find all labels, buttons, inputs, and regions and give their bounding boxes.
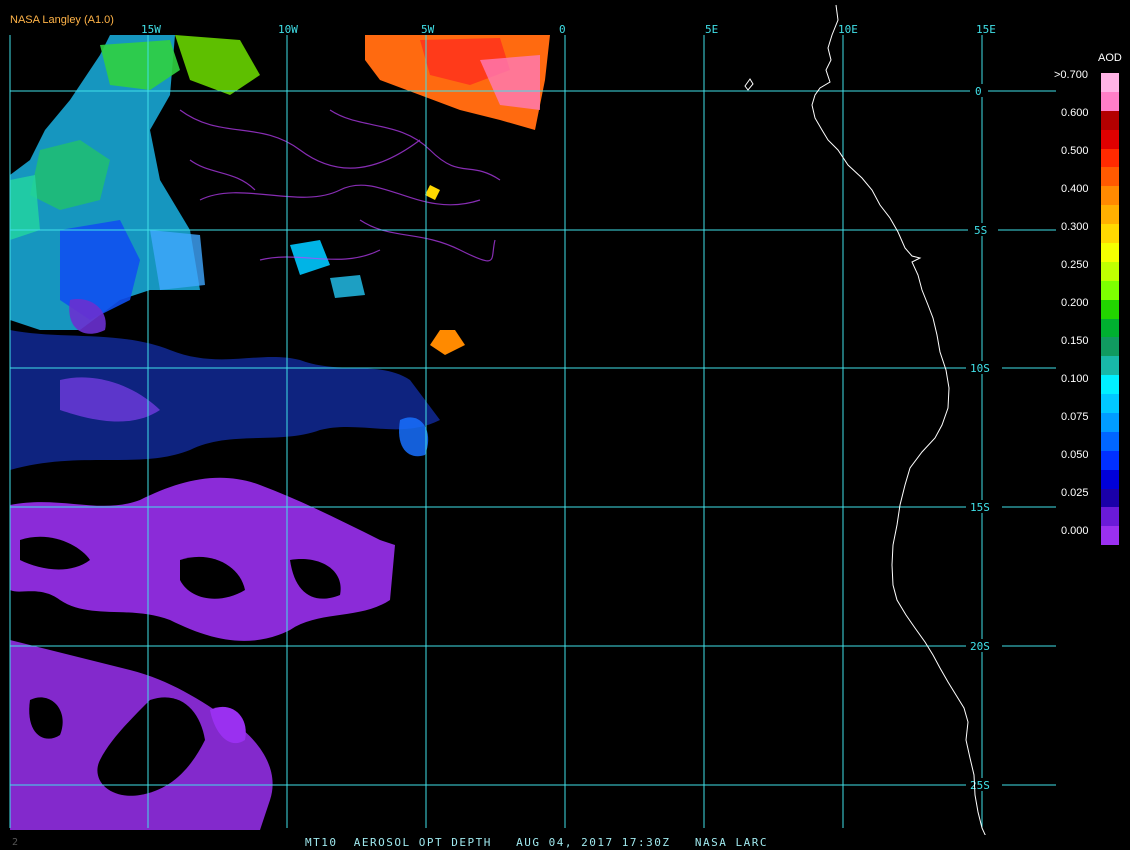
lon-label: 10W (278, 23, 298, 36)
legend-label: 0.100 (1061, 373, 1089, 385)
legend-swatch (1101, 73, 1119, 92)
lon-label: 0 (559, 23, 566, 36)
legend-swatch (1101, 488, 1119, 508)
legend-swatch (1101, 224, 1119, 244)
lon-label: 15W (141, 23, 161, 36)
legend-label: 0.075 (1061, 411, 1089, 423)
lat-label: 5S (974, 224, 987, 237)
legend-label: 0.600 (1061, 107, 1089, 119)
legend-swatch (1101, 110, 1119, 130)
legend-swatch (1101, 299, 1119, 319)
legend-swatch (1101, 337, 1119, 357)
footer-caption: MT10 AEROSOL OPT DEPTH AUG 04, 2017 17:3… (305, 836, 768, 849)
legend-swatch (1101, 450, 1119, 470)
legend-swatch (1101, 394, 1119, 414)
legend-label: 0.400 (1061, 183, 1089, 195)
legend-swatch (1101, 91, 1119, 111)
legend-swatch (1101, 167, 1119, 187)
legend-label: 0.000 (1061, 525, 1089, 537)
legend-swatch (1101, 375, 1119, 395)
legend-swatch (1101, 129, 1119, 149)
legend-swatch (1101, 413, 1119, 432)
legend-label: 0.025 (1061, 487, 1089, 499)
lat-label: 0 (975, 85, 982, 98)
legend-swatch (1101, 469, 1119, 489)
lat-label: 15S (970, 501, 990, 514)
legend-swatch (1101, 507, 1119, 527)
legend-label: >0.700 (1054, 69, 1088, 81)
legend-swatch (1101, 261, 1119, 281)
corner-mark: 2 (12, 837, 19, 848)
lat-label: 10S (970, 362, 990, 375)
legend-swatch (1101, 186, 1119, 206)
lon-label: 5W (421, 23, 435, 36)
legend-swatch (1101, 280, 1119, 300)
legend-swatch (1101, 243, 1119, 262)
legend-label: 0.050 (1061, 449, 1089, 461)
legend-swatch (1101, 148, 1119, 168)
legend-swatch (1101, 526, 1119, 546)
legend-label: 0.500 (1061, 145, 1089, 157)
legend-label: 0.150 (1061, 335, 1089, 347)
lat-label: 20S (970, 640, 990, 653)
lon-label: 5E (705, 23, 718, 36)
brand-label: NASA Langley (A1.0) (10, 14, 114, 26)
legend-swatch (1101, 205, 1119, 225)
legend-swatch (1101, 318, 1119, 338)
legend-label: 0.200 (1061, 297, 1089, 309)
legend-swatch (1101, 356, 1119, 376)
aerosol-map: 15W 10W 5W 0 5E 10E 15E 0 5S 10S 15S 20S… (0, 0, 1130, 850)
lon-label: 15E (976, 23, 996, 36)
lat-label: 25S (970, 779, 990, 792)
legend-color-bar (1101, 73, 1119, 546)
legend-label: 0.250 (1061, 259, 1089, 271)
legend-swatch (1101, 431, 1119, 451)
lon-label: 10E (838, 23, 858, 36)
legend-label: 0.300 (1061, 221, 1089, 233)
legend-title: AOD (1098, 52, 1122, 64)
